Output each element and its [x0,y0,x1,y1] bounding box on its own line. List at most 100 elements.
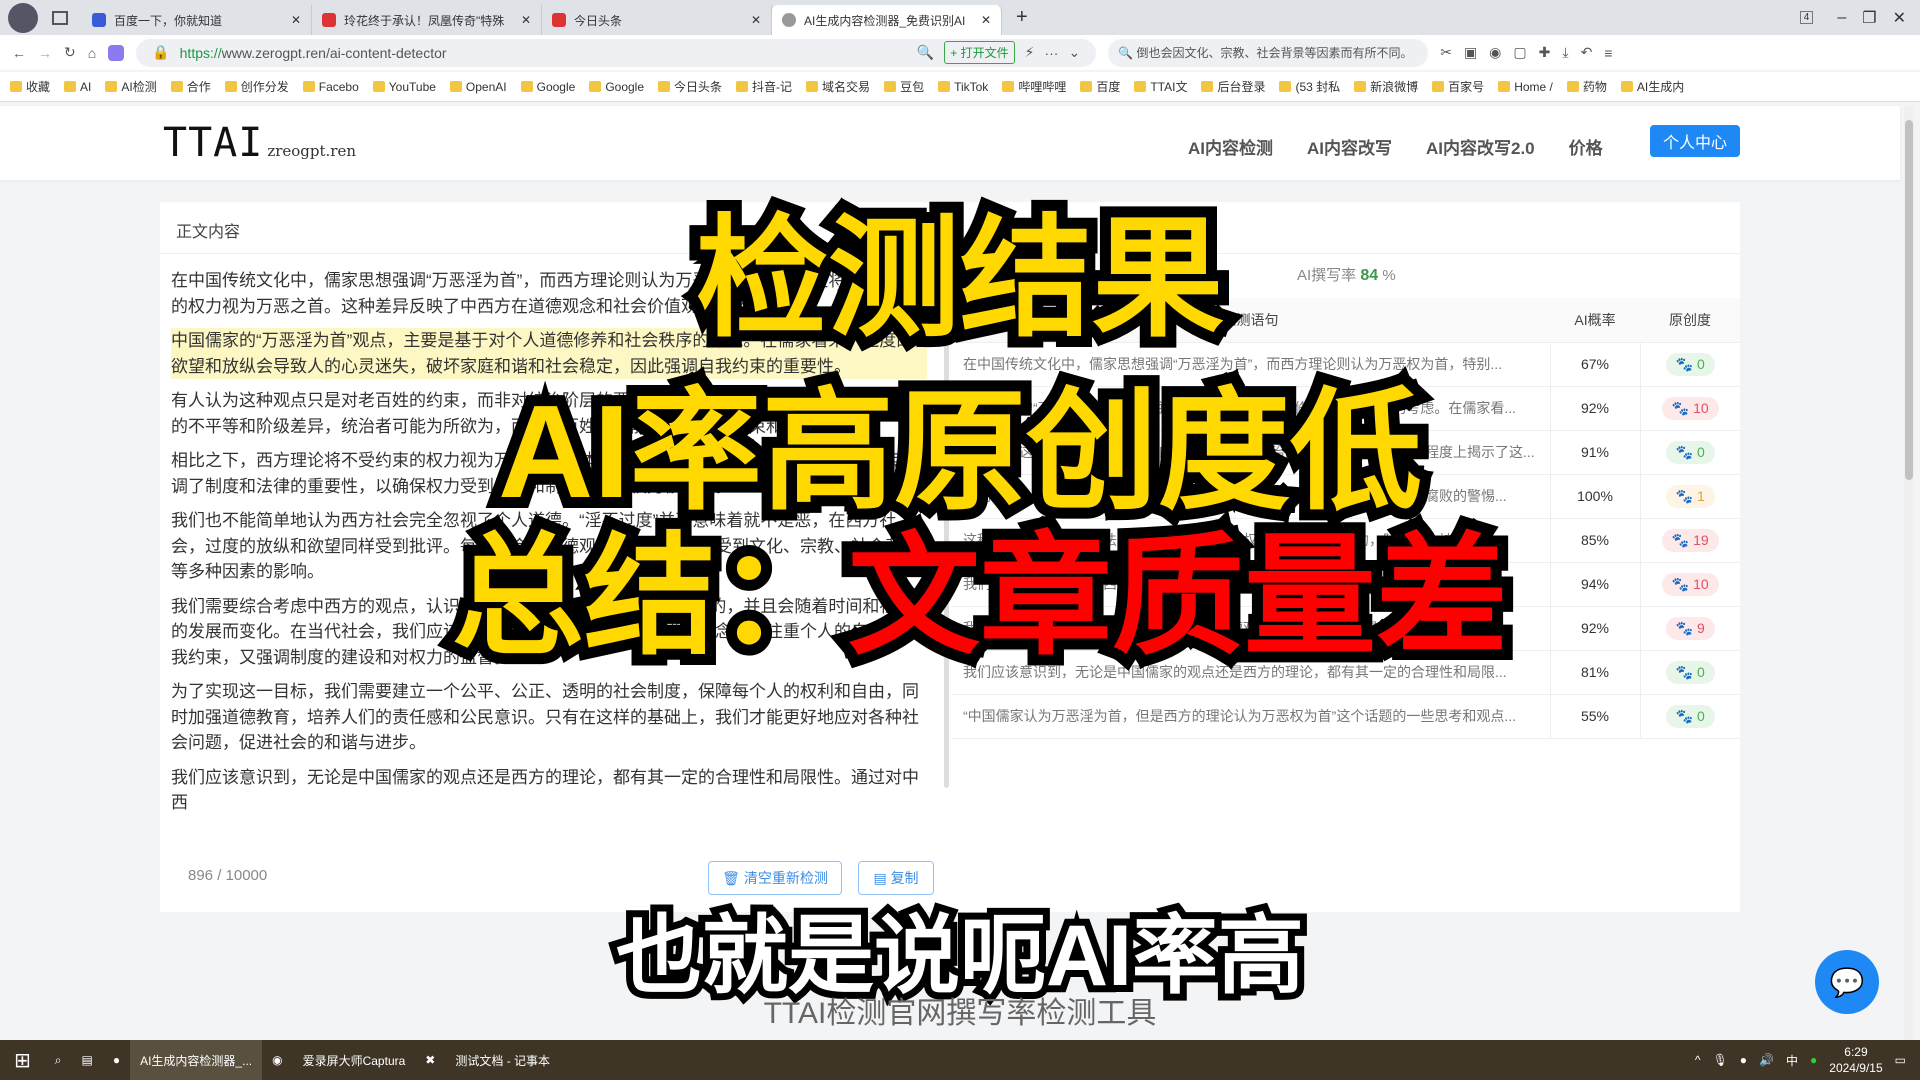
extension-icon[interactable]: ◉ [1489,44,1501,61]
bookmark-item[interactable]: YouTube [373,80,436,94]
taskbar-captura[interactable]: 爱录屏大师Captura [293,1040,416,1080]
search-icon[interactable]: ⌕ [45,1040,72,1080]
lightning-icon[interactable]: ⚡ [1025,44,1035,61]
bookmark-item[interactable]: 豆包 [884,78,924,95]
bookmark-item[interactable]: 药物 [1567,78,1607,95]
tab-baidu[interactable]: 百度一下，你就知道 ✕ [82,5,312,35]
table-row[interactable]: “中国儒家认为万恶淫为首，但是西方的理论认为万恶权为首”这个话题的一些思考和观点… [951,694,1740,739]
tab-toutiao[interactable]: 今日头条 ✕ [542,5,772,35]
bookmark-item[interactable]: 后台登录 [1201,78,1265,95]
task-view-icon[interactable]: ▤ [72,1040,103,1080]
overlay-line3: 总结：文章质量差 [441,512,1519,681]
chevron-down-icon[interactable]: ⌄ [1068,44,1080,61]
sidebar-toggle-icon[interactable] [52,10,68,25]
tab-news[interactable]: 玲花终于承认！凤凰传奇"特殊 ✕ [312,5,542,35]
paragraph: 为了实现这一目标，我们需要建立一个公平、公正、透明的社会制度，保障每个人的权利和… [171,682,919,752]
close-icon[interactable]: ✕ [981,13,991,27]
user-center-button[interactable]: 个人中心 [1650,125,1740,157]
taskbar-notepad[interactable]: 测试文档 - 记事本 [445,1040,560,1080]
url-bar[interactable]: 🔒 https://www.zerogpt.ren/ai-content-det… [136,38,1097,67]
taskbar: ⊞ ⌕ ▤ ● AI生成内容检测器_... ◉ 爱录屏大师Captura ✖ 测… [0,1040,1920,1080]
site-header: TTAI zreogpt.ren AI内容检测 AI内容改写 AI内容改写2.0 … [0,106,1900,180]
bookmark-item[interactable]: 哔哩哔哩 [1002,78,1066,95]
bookmark-item[interactable]: 创作分发 [225,78,289,95]
bookmark-item[interactable]: AI生成内 [1621,78,1684,95]
profile-avatar[interactable] [8,2,38,33]
more-icon[interactable]: ··· [1044,45,1058,61]
bookmark-item[interactable]: 新浪微博 [1354,78,1418,95]
mic-icon[interactable]: 🎙 [1713,1053,1728,1067]
zoom-icon[interactable]: 🔍 [917,44,934,61]
open-file-button[interactable]: + 打开文件 [944,41,1015,64]
chrome-icon[interactable]: ◉ [262,1040,292,1080]
undo-icon[interactable]: ↶ [1581,44,1593,61]
bookmark-item[interactable]: AI检测 [105,78,156,95]
bookmark-item[interactable]: 百家号 [1432,78,1484,95]
search-input[interactable]: 🔍 倒也会因文化、宗教、社会背景等因素而有所不同。 [1108,38,1429,67]
notification-icon[interactable]: ▭ [1895,1053,1906,1067]
download-icon[interactable]: ⤓ [1562,44,1568,61]
close-window-button[interactable]: ✕ [1893,8,1906,28]
char-count: 896 / 10000 [188,867,268,884]
menu-icon[interactable]: ≡ [1604,45,1612,61]
baidu-icon [92,13,106,27]
copy-icon: ▤ [873,869,891,886]
bookmarks-bar: 收藏 AI AI检测 合作 创作分发 Facebo YouTube OpenAI Google G… [0,72,1920,102]
wechat-icon[interactable]: ● [1740,1053,1747,1067]
puzzle-icon[interactable]: ✚ [1539,44,1551,61]
cut-icon[interactable]: ✂ [1440,44,1452,61]
capcut-icon[interactable]: ✖ [415,1040,445,1080]
chevron-up-icon[interactable]: ^ [1695,1053,1701,1067]
extension-icon[interactable]: ▢ [1513,44,1526,61]
nav-ai-rewrite-2[interactable]: AI内容改写2.0 [1426,134,1535,159]
paragraph: 我们应该意识到，无论是中国儒家的观点还是西方的理论，都有其一定的合理性和局限性。… [171,767,919,813]
minimize-button[interactable]: – [1837,9,1846,27]
ime-indicator[interactable]: 中 [1786,1052,1798,1069]
system-tray: ^ 🎙 ● 🔊 中 ● 6:29 2024/9/15 ▭ [1695,1044,1920,1076]
bookmark-item[interactable]: (53 封私 [1279,78,1340,95]
volume-icon[interactable]: 🔊 [1759,1053,1774,1067]
restore-button[interactable]: ❐ [1862,8,1876,28]
chat-button[interactable]: 💬 [1815,950,1879,1014]
bookmark-item[interactable]: 收藏 [10,78,50,95]
app-tray-icon[interactable]: ● [1810,1053,1817,1067]
steam-icon[interactable]: ● [103,1040,130,1080]
bookmark-item[interactable]: 百度 [1080,78,1120,95]
extension-icon[interactable]: ▣ [1464,44,1477,61]
home-icon[interactable]: ⌂ [88,45,96,61]
close-icon[interactable]: ✕ [291,13,301,27]
reload-icon[interactable]: ↻ [64,44,76,61]
bookmark-item[interactable]: 抖音-记 [736,78,792,95]
nav-ai-rewrite[interactable]: AI内容改写 [1307,134,1392,159]
bookmark-item[interactable]: Google [589,80,644,94]
new-tab-button[interactable]: + [1016,6,1028,29]
bookmark-item[interactable]: Facebo [303,80,359,94]
bookmark-item[interactable]: OpenAI [450,80,507,94]
start-button[interactable]: ⊞ [0,1040,45,1080]
taskbar-browser[interactable]: AI生成内容检测器_... [130,1040,263,1080]
lock-icon: 🔒 [152,44,170,60]
logo[interactable]: TTAI zreogpt.ren [163,120,356,166]
tab-detector[interactable]: AI生成内容检测器_免费识别AI ✕ [772,5,1002,35]
back-icon[interactable]: ← [12,45,26,61]
bookmark-item[interactable]: 域名交易 [806,78,870,95]
bookmark-item[interactable]: 今日头条 [658,78,722,95]
tab-count[interactable]: 4 [1799,11,1814,24]
bookmark-item[interactable]: AI [64,80,91,94]
clock[interactable]: 6:29 2024/9/15 [1829,1044,1882,1076]
bookmark-item[interactable]: Google [521,80,576,94]
bookmark-item[interactable]: TikTok [938,80,988,94]
bookmark-item[interactable]: Home / [1498,80,1553,94]
close-icon[interactable]: ✕ [751,13,761,27]
nav-ai-detect[interactable]: AI内容检测 [1188,134,1273,159]
address-toolbar: ← → ↻ ⌂ 🔒 https://www.zerogpt.ren/ai-con… [0,35,1920,70]
forward-icon[interactable]: → [38,45,52,61]
caption: TTAI检测官网撰写率检测工具 [763,997,1157,1030]
close-icon[interactable]: ✕ [521,13,531,27]
ai-extension-icon[interactable] [108,44,125,61]
sentence: “中国儒家认为万恶淫为首，但是西方的理论认为万恶权为首”这个话题的一些思考和观点… [951,694,1550,739]
paw-icon: 🐾 [1675,707,1698,724]
bookmark-item[interactable]: 合作 [171,78,211,95]
bookmark-item[interactable]: TTAI文 [1134,78,1187,95]
nav-pricing[interactable]: 价格 [1569,134,1603,159]
